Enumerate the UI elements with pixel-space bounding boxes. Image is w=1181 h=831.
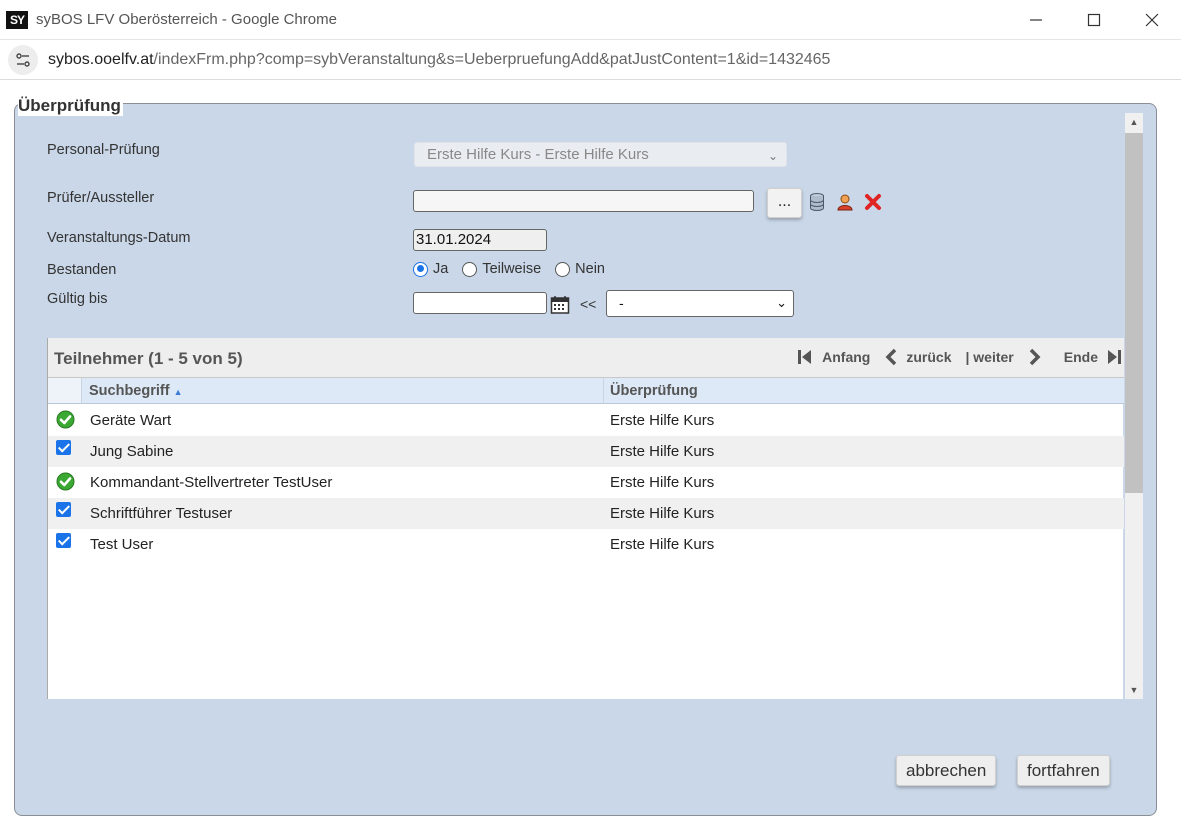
bestanden-radio-group: Ja Teilweise Nein xyxy=(413,261,619,277)
maximize-button[interactable] xyxy=(1065,0,1123,40)
checkmark-ok-icon xyxy=(56,472,75,495)
checkmark-ok-icon xyxy=(56,410,75,433)
content-scrollbar[interactable]: ▲ ▼ xyxy=(1125,113,1143,699)
bestanden-label: Bestanden xyxy=(47,262,117,278)
delete-icon[interactable] xyxy=(864,193,882,216)
checkbox-checked-icon[interactable] xyxy=(56,440,71,455)
column-select xyxy=(48,378,82,404)
row-checkbox[interactable] xyxy=(56,440,71,455)
table-row[interactable]: Jung Sabine Erste Hilfe Kurs xyxy=(48,436,1124,467)
grid-title: Teilnehmer (1 - 5 von 5) xyxy=(54,349,243,368)
pruefer-input[interactable] xyxy=(413,190,754,212)
sort-ascending-icon: ▲ xyxy=(173,387,183,397)
sybos-logo-icon: SY xyxy=(6,10,28,29)
radio-nein-control[interactable] xyxy=(555,261,571,277)
window-titlebar: SY syBOS LFV Oberösterreich - Google Chr… xyxy=(0,0,1181,40)
pager: Anfang zurück | weiter Ende xyxy=(796,348,1124,366)
radio-teilweise-label: Teilweise xyxy=(482,261,542,277)
cancel-button[interactable]: abbrechen xyxy=(896,755,997,786)
pager-next-label: | weiter xyxy=(965,349,1014,365)
url-field[interactable]: sybos.ooelfv.at/indexFrm.php?comp=sybVer… xyxy=(48,51,830,69)
row-suchbegriff: Geräte Wart xyxy=(90,412,172,429)
personal-pruefung-label: Personal-Prüfung xyxy=(47,142,160,158)
last-page-icon xyxy=(1108,350,1121,364)
first-page-icon xyxy=(798,350,812,364)
calendar-icon[interactable] xyxy=(550,295,570,320)
chevron-down-icon: ⌄ xyxy=(776,295,787,310)
table-row[interactable]: Test User Erste Hilfe Kurs xyxy=(48,529,1124,560)
row-suchbegriff: Kommandant-Stellvertreter TestUser xyxy=(90,474,333,491)
url-domain: sybos.ooelfv.at xyxy=(48,50,154,68)
pager-prev[interactable]: zurück xyxy=(884,348,951,366)
pager-first[interactable]: Anfang xyxy=(796,348,870,366)
row-suchbegriff: Jung Sabine xyxy=(90,443,174,460)
radio-teilweise[interactable]: Teilweise xyxy=(462,261,541,277)
radio-teilweise-control[interactable] xyxy=(462,261,478,277)
close-icon xyxy=(1145,13,1159,27)
grid-header: Teilnehmer (1 - 5 von 5) Anfang zurück |… xyxy=(48,338,1124,378)
row-suchbegriff: Test User xyxy=(90,536,154,553)
continue-button[interactable]: fortfahren xyxy=(1017,755,1110,786)
column-suchbegriff-label: Suchbegriff xyxy=(89,383,170,399)
minimize-button[interactable] xyxy=(1007,0,1065,40)
row-ueberpruefung: Erste Hilfe Kurs xyxy=(610,505,715,522)
gueltig-label: Gültig bis xyxy=(47,291,108,307)
window-controls xyxy=(1007,0,1181,40)
row-ueberpruefung: Erste Hilfe Kurs xyxy=(610,536,715,553)
scroll-down-icon[interactable]: ▼ xyxy=(1125,681,1143,699)
pager-last[interactable]: Ende xyxy=(1064,348,1124,366)
column-ueberpruefung[interactable]: Überprüfung xyxy=(604,378,1124,404)
table-row[interactable]: Kommandant-Stellvertreter TestUser Erste … xyxy=(48,467,1124,498)
scroll-up-icon[interactable]: ▲ xyxy=(1125,113,1143,131)
table-row[interactable]: Geräte Wart Erste Hilfe Kurs xyxy=(48,405,1124,436)
pruefer-label: Prüfer/Aussteller xyxy=(47,190,155,206)
fieldset-legend: Überprüfung xyxy=(18,96,123,116)
datum-label: Veranstaltungs-Datum xyxy=(47,230,191,246)
radio-ja[interactable]: Ja xyxy=(413,261,448,277)
database-icon[interactable] xyxy=(809,193,825,216)
chevron-down-icon: ⌄ xyxy=(767,149,778,163)
pager-first-label: Anfang xyxy=(822,349,871,365)
tune-icon xyxy=(16,52,30,67)
radio-ja-control[interactable] xyxy=(413,261,428,277)
gueltig-input[interactable] xyxy=(413,292,547,314)
minimize-icon xyxy=(1030,19,1042,21)
column-suchbegriff[interactable]: Suchbegriff ▲ xyxy=(82,378,604,404)
row-ueberpruefung: Erste Hilfe Kurs xyxy=(610,443,715,460)
gueltig-duration-select[interactable]: - ⌄ xyxy=(606,290,794,317)
teilnehmer-grid: Teilnehmer (1 - 5 von 5) Anfang zurück |… xyxy=(47,338,1124,699)
site-info-button[interactable] xyxy=(8,44,38,75)
row-suchbegriff: Schriftführer Testuser xyxy=(90,505,233,522)
close-window-button[interactable] xyxy=(1123,0,1181,40)
personal-pruefung-select: Erste Hilfe Kurs - Erste Hilfe Kurs ⌄ xyxy=(414,142,787,167)
row-ueberpruefung: Erste Hilfe Kurs xyxy=(610,412,715,429)
window-title: syBOS LFV Oberösterreich - Google Chrome xyxy=(36,11,337,28)
pruefer-select-button[interactable]: ... xyxy=(767,188,802,218)
gueltig-apply-link[interactable]: << xyxy=(580,296,596,312)
row-checkbox[interactable] xyxy=(56,502,71,517)
pager-last-label: Ende xyxy=(1063,349,1098,365)
pager-next[interactable]: | weiter xyxy=(965,348,1049,366)
checkbox-checked-icon[interactable] xyxy=(56,533,71,548)
radio-nein[interactable]: Nein xyxy=(555,261,605,277)
user-icon[interactable] xyxy=(836,193,854,216)
chevron-left-icon xyxy=(885,348,897,366)
row-checkbox[interactable] xyxy=(56,533,71,548)
pager-prev-label: zurück xyxy=(906,349,952,365)
radio-nein-label: Nein xyxy=(575,261,605,277)
chevron-right-icon xyxy=(1029,348,1041,366)
radio-ja-label: Ja xyxy=(433,261,449,277)
scroll-thumb[interactable] xyxy=(1125,133,1143,493)
checkbox-checked-icon[interactable] xyxy=(56,502,71,517)
row-ueberpruefung: Erste Hilfe Kurs xyxy=(610,474,715,491)
address-bar: sybos.ooelfv.at/indexFrm.php?comp=sybVer… xyxy=(0,40,1181,80)
maximize-icon xyxy=(1087,13,1101,27)
datum-input[interactable]: 31.01.2024 xyxy=(413,229,547,251)
column-ueberpruefung-label: Überprüfung xyxy=(610,383,698,399)
table-row[interactable]: Schriftführer Testuser Erste Hilfe Kurs xyxy=(48,498,1124,529)
personal-pruefung-value: Erste Hilfe Kurs - Erste Hilfe Kurs xyxy=(427,146,649,163)
gueltig-select-value: - xyxy=(619,295,624,311)
url-path: /indexFrm.php?comp=sybVeranstaltung&s=Ue… xyxy=(153,50,831,68)
